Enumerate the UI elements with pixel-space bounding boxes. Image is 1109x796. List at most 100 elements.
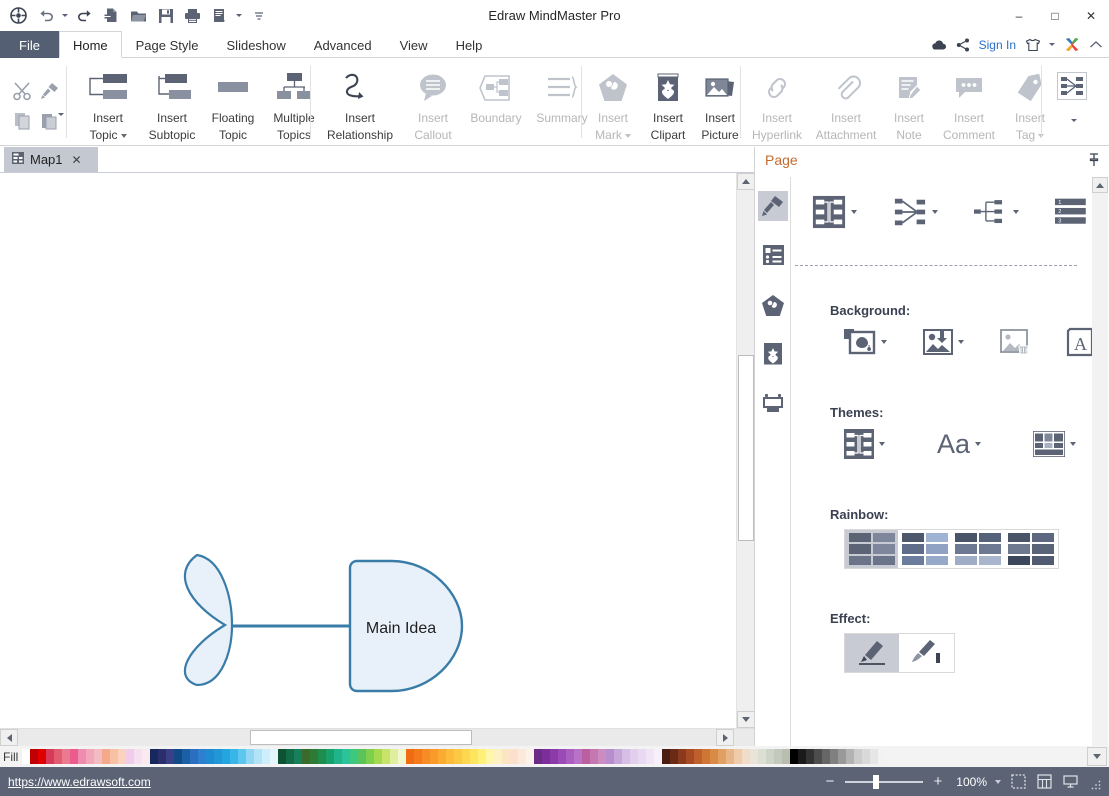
color-swatch[interactable] — [742, 749, 750, 764]
color-swatch[interactable] — [150, 749, 158, 764]
color-swatch[interactable] — [126, 749, 134, 764]
tab-page-style[interactable]: Page Style — [122, 31, 213, 58]
tab-file[interactable]: File — [0, 31, 59, 58]
color-swatch[interactable] — [174, 749, 182, 764]
paste-dropdown-caret[interactable] — [58, 116, 64, 134]
color-swatch[interactable] — [102, 749, 110, 764]
color-swatch[interactable] — [342, 749, 350, 764]
scroll-up-button[interactable] — [737, 173, 755, 190]
layout-icon[interactable] — [1057, 72, 1087, 100]
theme-font-caret[interactable] — [975, 442, 982, 446]
color-swatch[interactable] — [686, 749, 694, 764]
insert-mark-button[interactable]: Insert Mark — [585, 62, 641, 142]
insert-clipart-button[interactable]: Insert Clipart — [641, 62, 695, 142]
edraw-x-icon[interactable] — [1064, 31, 1080, 58]
color-swatch[interactable] — [486, 749, 494, 764]
background-color-button[interactable] — [844, 327, 887, 357]
cloud-icon[interactable] — [930, 31, 947, 58]
color-swatch[interactable] — [182, 749, 190, 764]
color-swatch[interactable] — [286, 749, 294, 764]
close-button[interactable]: ✕ — [1073, 0, 1109, 31]
rail-button-clipart[interactable] — [758, 339, 788, 369]
theme-color-button[interactable] — [1033, 431, 1077, 457]
color-swatch[interactable] — [198, 749, 206, 764]
zoom-slider-knob[interactable] — [873, 774, 880, 789]
color-swatch[interactable] — [534, 749, 542, 764]
color-swatch[interactable] — [158, 749, 166, 764]
insert-relationship-button[interactable]: Insert Relationship — [318, 62, 402, 142]
layout-structure-caret[interactable] — [851, 210, 857, 214]
color-swatch[interactable] — [302, 749, 310, 764]
undo-dropdown-caret[interactable] — [60, 3, 70, 28]
color-swatch[interactable] — [494, 749, 502, 764]
color-swatch[interactable] — [254, 749, 262, 764]
tab-advanced[interactable]: Advanced — [300, 31, 386, 58]
minimize-button[interactable]: – — [1001, 0, 1037, 31]
color-swatch[interactable] — [62, 749, 70, 764]
color-swatch[interactable] — [526, 749, 534, 764]
color-swatch[interactable] — [550, 749, 558, 764]
layout-structure-button[interactable] — [812, 195, 857, 229]
color-swatch[interactable] — [350, 749, 358, 764]
theme-color-caret[interactable] — [1070, 442, 1077, 446]
color-swatch[interactable] — [806, 749, 814, 764]
color-swatch[interactable] — [358, 749, 366, 764]
watermark-button[interactable]: A — [1066, 327, 1092, 357]
pin-icon[interactable] — [1088, 153, 1100, 172]
color-swatch[interactable] — [798, 749, 806, 764]
copy-icon[interactable] — [8, 106, 38, 136]
zoom-dropdown-caret[interactable] — [995, 779, 1001, 784]
color-swatch[interactable] — [854, 749, 862, 764]
theme-style-button[interactable] — [844, 429, 885, 459]
canvas-horizontal-scrollbar[interactable] — [0, 728, 754, 746]
color-swatch[interactable] — [70, 749, 78, 764]
maximize-button[interactable]: □ — [1037, 0, 1073, 31]
rail-button-outline[interactable] — [758, 240, 788, 270]
color-swatch[interactable] — [246, 749, 254, 764]
resize-grip-icon[interactable] — [1091, 777, 1101, 789]
color-swatch[interactable] — [86, 749, 94, 764]
color-swatch[interactable] — [622, 749, 630, 764]
effect-option-brush[interactable] — [899, 634, 953, 672]
canvas-area[interactable]: Main Idea — [0, 173, 736, 728]
color-swatch[interactable] — [206, 749, 214, 764]
insert-topic-button[interactable]: Insert Topic — [77, 62, 139, 142]
shirt-dropdown-caret[interactable] — [1049, 31, 1055, 58]
color-swatch[interactable] — [790, 749, 798, 764]
color-swatch[interactable] — [630, 749, 638, 764]
canvas-vertical-scrollbar[interactable] — [736, 173, 755, 728]
color-swatch[interactable] — [830, 749, 838, 764]
color-swatch[interactable] — [438, 749, 446, 764]
color-swatch[interactable] — [718, 749, 726, 764]
color-swatch[interactable] — [78, 749, 86, 764]
grid-view-icon[interactable] — [1035, 773, 1053, 791]
website-link[interactable]: https://www.edrawsoft.com — [8, 775, 151, 789]
theme-font-button[interactable]: Aa — [937, 429, 982, 459]
vertical-scroll-thumb[interactable] — [738, 355, 754, 541]
color-swatch[interactable] — [454, 749, 462, 764]
color-swatch[interactable] — [326, 749, 334, 764]
panel-scroll-up-button[interactable] — [1092, 177, 1108, 193]
color-swatch[interactable] — [30, 749, 38, 764]
color-swatch[interactable] — [694, 749, 702, 764]
color-swatch[interactable] — [558, 749, 566, 764]
color-swatch[interactable] — [238, 749, 246, 764]
tab-slideshow[interactable]: Slideshow — [213, 31, 300, 58]
color-swatch[interactable] — [846, 749, 854, 764]
color-swatch[interactable] — [654, 749, 662, 764]
insert-note-button[interactable]: Insert Note — [882, 62, 936, 142]
color-swatch[interactable] — [878, 749, 886, 764]
horizontal-scroll-thumb[interactable] — [250, 730, 472, 745]
document-tab-map1[interactable]: Map1 ✕ — [4, 147, 98, 172]
layout-radial-button[interactable] — [893, 195, 938, 229]
rail-button-mark[interactable] — [758, 290, 788, 320]
color-swatch[interactable] — [502, 749, 510, 764]
color-swatch[interactable] — [838, 749, 846, 764]
cut-icon[interactable] — [8, 76, 38, 106]
color-swatch[interactable] — [638, 749, 646, 764]
document-tab-close-icon[interactable]: ✕ — [72, 153, 82, 167]
color-swatch[interactable] — [670, 749, 678, 764]
color-swatch[interactable] — [406, 749, 414, 764]
fit-page-icon[interactable] — [1009, 773, 1027, 791]
effect-option-pen[interactable] — [845, 634, 899, 672]
